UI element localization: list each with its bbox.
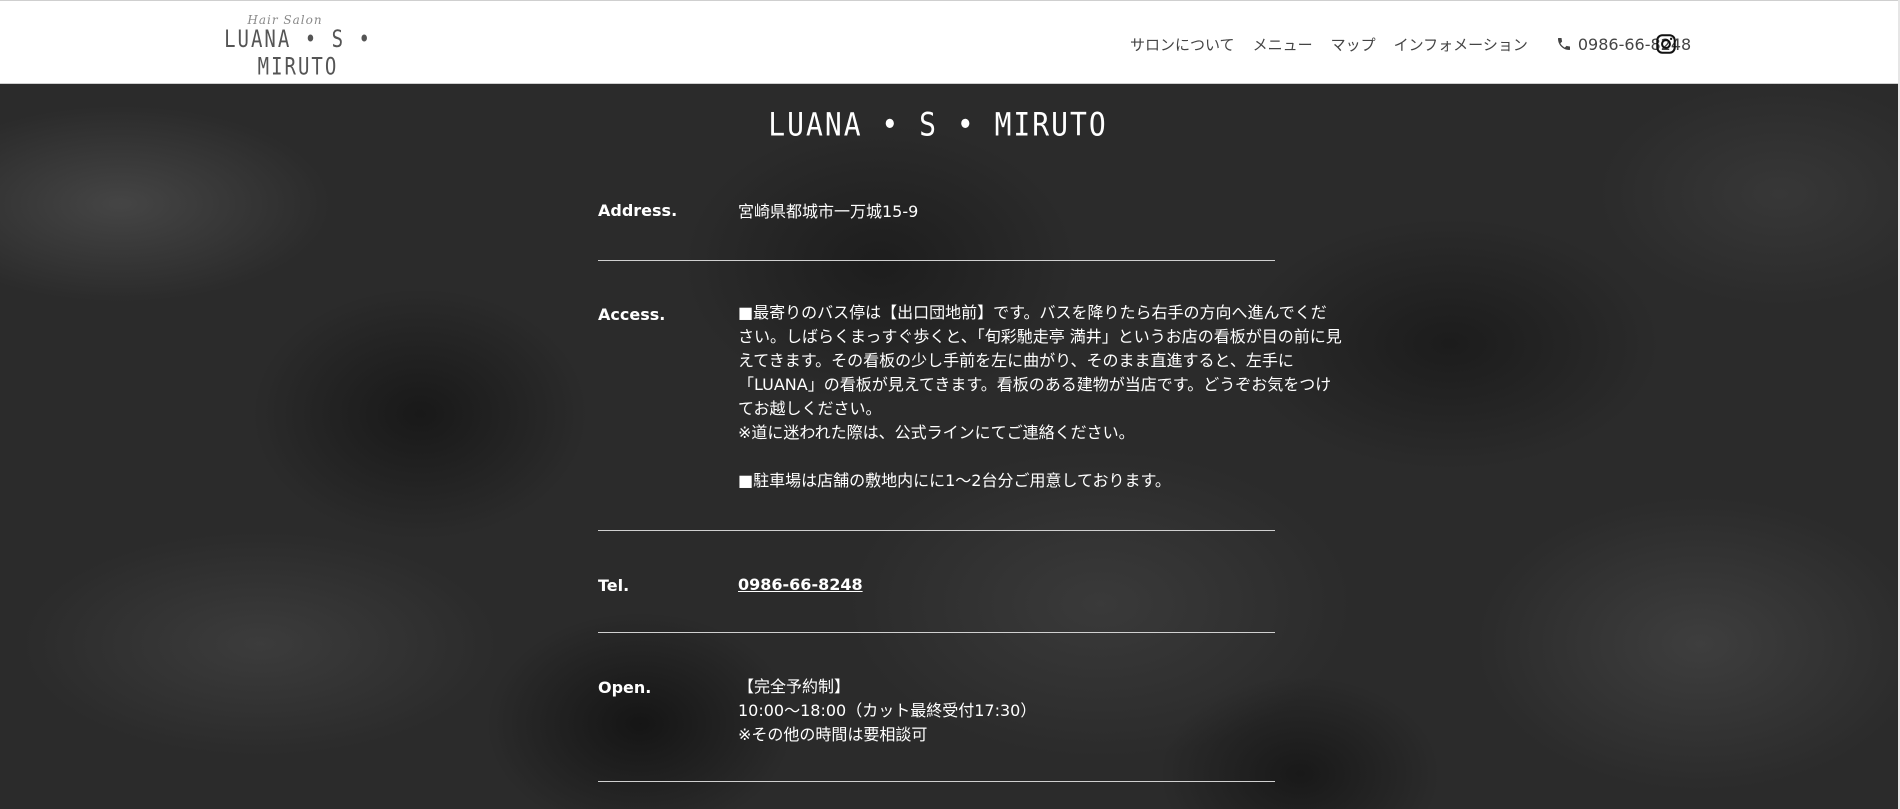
info-row-address: Address. 宮崎県都城市一万城15-9 (598, 160, 1275, 261)
access-parking-line: ■駐車場は店舗の敷地内にに1〜2台分ご用意しております。 (738, 471, 1171, 490)
site-logo[interactable]: Hair Salon LUANA • S • MIRUTO (218, 13, 378, 81)
nav-item-map[interactable]: マップ (1331, 34, 1376, 55)
phone-icon (1557, 38, 1570, 50)
access-line: さい。しばらくまっすぐ歩くと、「旬彩馳走亭 満井」というお店の看板が目の前に見 (738, 327, 1342, 346)
open-line: 10:00〜18:00（カット最終受付17:30） (738, 701, 1037, 720)
access-label: Access. (598, 305, 666, 324)
info-row-tel: Tel. 0986-66-8248 (598, 531, 1275, 633)
access-line: えてきます。その看板の少し手前を左に曲がり、そのまま直進すると、左手に (738, 351, 1294, 370)
access-line: てお越しください。 (738, 399, 882, 418)
site-header: Hair Salon LUANA • S • MIRUTO サロンについて メニ… (0, 0, 1900, 84)
access-line: ■最寄りのバス停は【出口団地前】です。バスを降りたら右手の方向へ進んでくだ (738, 303, 1327, 322)
nav-item-information[interactable]: インフォメーション (1394, 34, 1528, 55)
open-line: 【完全予約制】 (738, 677, 851, 696)
logo-title: LUANA • S • MIRUTO (224, 25, 372, 81)
access-line: ※道に迷われた際は、公式ラインにてご連絡ください。 (738, 423, 1135, 442)
nav-item-about[interactable]: サロンについて (1130, 34, 1235, 55)
instagram-icon[interactable] (1655, 33, 1677, 55)
info-row-open: Open. 【完全予約制】 10:00〜18:00（カット最終受付17:30） … (598, 633, 1275, 782)
info-table: Address. 宮崎県都城市一万城15-9 Access. ■最寄りのバス停は… (598, 160, 1342, 782)
info-row-access: Access. ■最寄りのバス停は【出口団地前】です。バスを降りたら右手の方向へ… (598, 261, 1342, 531)
address-value: 宮崎県都城市一万城15-9 (738, 202, 919, 221)
tel-label: Tel. (598, 576, 630, 595)
tel-value: 0986-66-8248 (738, 573, 1275, 597)
nav-item-menu[interactable]: メニュー (1253, 34, 1313, 55)
tel-link[interactable]: 0986-66-8248 (738, 575, 863, 594)
open-label: Open. (598, 678, 652, 697)
open-value: 【完全予約制】 10:00〜18:00（カット最終受付17:30） ※その他の時… (738, 675, 1275, 747)
access-spacer (738, 445, 1275, 469)
open-line: ※その他の時間は要相談可 (738, 725, 928, 744)
access-value: ■最寄りのバス停は【出口団地前】です。バスを降りたら右手の方向へ進んでくだ さい… (738, 301, 1342, 493)
address-label: Address. (598, 201, 678, 220)
access-line: 「LUANA」の看板が見えてきます。看板のある建物が当店です。どうぞお気をつけ (738, 375, 1332, 394)
page-title: LUANA • S • MIRUTO (768, 105, 1108, 144)
main-nav: サロンについて メニュー マップ インフォメーション 0986-66-8248 (1130, 32, 1691, 56)
